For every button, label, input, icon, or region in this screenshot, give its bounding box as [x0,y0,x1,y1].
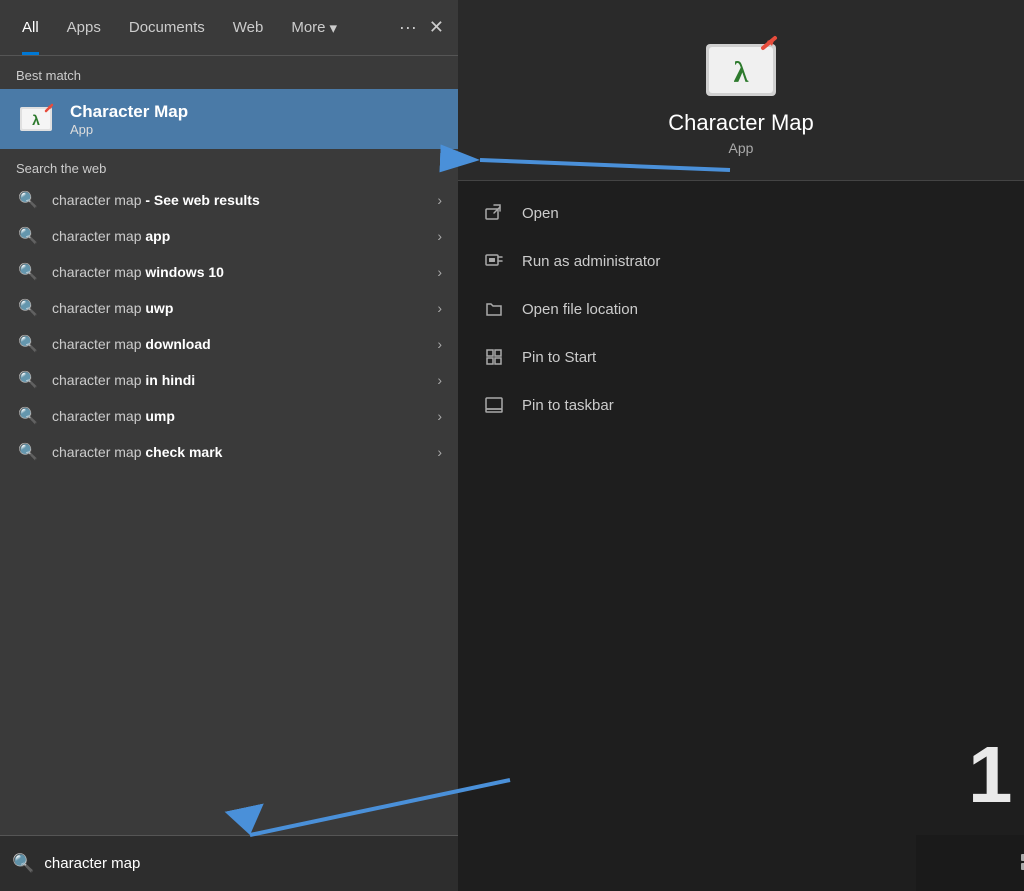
task-view-button[interactable] [1009,841,1024,885]
result-text-6: character map ump [52,408,425,424]
search-icon-1: 🔍 [16,226,40,246]
tab-all[interactable]: All [8,0,53,55]
result-item-5[interactable]: 🔍 character map in hindi › [0,362,458,398]
chevron-right-icon-4: › [437,336,442,352]
result-text-2: character map windows 10 [52,264,425,280]
search-bar-icon: 🔍 [12,853,34,874]
pin-to-start-icon [482,345,506,369]
svg-text:λ: λ [734,56,749,89]
best-match-name: Character Map [70,102,188,122]
result-text-4: character map download [52,336,425,352]
chevron-right-icon-5: › [437,372,442,388]
chevron-right-icon-7: › [437,444,442,460]
result-item-7[interactable]: 🔍 character map check mark › [0,434,458,470]
search-bar: 🔍 [0,835,458,891]
svg-text:λ: λ [32,112,40,128]
chevron-down-icon: ▾ [330,19,338,37]
web-section-label: Search the web [0,149,458,182]
action-open-file-location[interactable]: Open file location [458,285,1024,333]
result-item-4[interactable]: 🔍 character map download › [0,326,458,362]
best-match-text: Character Map App [70,102,188,137]
search-icon-7: 🔍 [16,442,40,462]
result-item-0[interactable]: 🔍 character map - See web results › [0,182,458,218]
search-icon-5: 🔍 [16,370,40,390]
results-panel: Best match λ Character Map App Search th… [0,56,458,835]
tab-web[interactable]: Web [219,0,278,55]
tabs-bar: All Apps Documents Web More ▾ ··· ✕ [0,0,458,56]
result-item-3[interactable]: 🔍 character map uwp › [0,290,458,326]
result-item-2[interactable]: 🔍 character map windows 10 › [0,254,458,290]
right-panel: λ Character Map App Open [458,0,1024,891]
action-run-as-admin[interactable]: Run as administrator [458,237,1024,285]
search-icon-3: 🔍 [16,298,40,318]
actions-list: Open Run as administrator Open file loca… [458,181,1024,437]
chevron-right-icon-3: › [437,300,442,316]
result-text-7: character map check mark [52,444,425,460]
action-pin-to-start[interactable]: Pin to Start [458,333,1024,381]
app-detail-icon: λ [701,30,781,110]
result-text-5: character map in hindi [52,372,425,388]
more-options-button[interactable]: ··· [393,13,423,42]
search-icon-0: 🔍 [16,190,40,210]
app-detail-name: Character Map [668,110,814,136]
search-icon-4: 🔍 [16,334,40,354]
annotation-1: 1 [968,729,1013,821]
close-button[interactable]: ✕ [423,13,450,42]
action-open[interactable]: Open [458,189,1024,237]
search-window: All Apps Documents Web More ▾ ··· ✕ Best… [0,0,458,891]
app-icon-small: λ [16,99,56,139]
tab-more[interactable]: More ▾ [277,0,351,55]
result-text-1: character map app [52,228,425,244]
chevron-right-icon-6: › [437,408,442,424]
app-detail: λ Character Map App [458,0,1024,181]
best-match-label: Best match [0,56,458,89]
taskbar: X W P [916,835,1024,891]
chevron-right-icon-2: › [437,264,442,280]
search-input[interactable] [44,855,446,872]
tab-documents[interactable]: Documents [115,0,219,55]
search-icon-6: 🔍 [16,406,40,426]
chevron-right-icon-1: › [437,228,442,244]
best-match-type: App [70,122,188,137]
best-match-item[interactable]: λ Character Map App [0,89,458,149]
result-item-6[interactable]: 🔍 character map ump › [0,398,458,434]
app-detail-type: App [729,140,754,156]
result-item-1[interactable]: 🔍 character map app › [0,218,458,254]
search-icon-2: 🔍 [16,262,40,282]
tab-apps[interactable]: Apps [53,0,115,55]
run-as-admin-icon [482,249,506,273]
open-icon [482,201,506,225]
pin-to-taskbar-icon [482,393,506,417]
result-text-3: character map uwp [52,300,425,316]
file-location-icon [482,297,506,321]
charmap-icon-svg: λ [18,101,54,137]
result-text-0: character map - See web results [52,192,425,208]
action-pin-to-taskbar[interactable]: Pin to taskbar [458,381,1024,429]
chevron-right-icon-0: › [437,192,442,208]
